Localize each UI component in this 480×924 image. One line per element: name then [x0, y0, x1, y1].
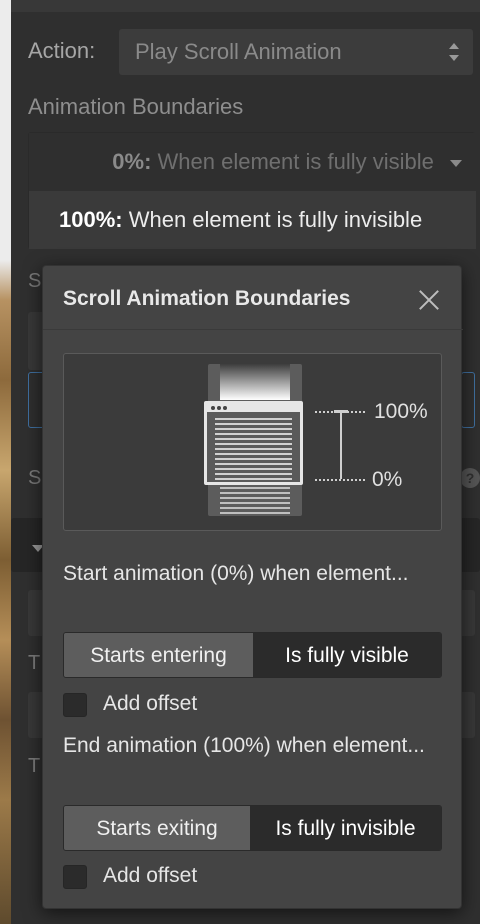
select-arrows-icon — [449, 41, 459, 63]
obscured-input-edge — [461, 372, 475, 428]
start-boundary-pct: 0%: — [112, 149, 152, 174]
start-offset-label[interactable]: Add offset — [103, 692, 197, 716]
start-option-fully-visible[interactable]: Is fully visible — [253, 633, 441, 677]
page-lines — [220, 482, 290, 517]
start-boundary-text: When element is fully visible — [157, 149, 434, 174]
close-icon[interactable] — [417, 287, 441, 311]
bottom-boundary-line — [315, 479, 365, 481]
panel-top-edge — [11, 0, 480, 12]
page-fade — [220, 364, 290, 400]
obscured-label-2: S — [28, 467, 42, 489]
obscured-label-4: T — [28, 755, 41, 777]
label-0pct: 0% — [372, 468, 403, 491]
start-segmented-control: Starts entering Is fully visible — [63, 632, 442, 678]
animation-boundaries-title: Animation Boundaries — [28, 94, 244, 119]
action-select-value: Play Scroll Animation — [135, 39, 342, 64]
obscured-label-3: T — [28, 652, 41, 674]
start-option-starts-entering[interactable]: Starts entering — [64, 633, 253, 677]
background-image-strip — [0, 0, 11, 924]
help-icon[interactable]: ? — [460, 468, 480, 488]
browser-window-icon — [204, 401, 303, 485]
end-boundary-text: When element is fully invisible — [128, 207, 423, 232]
end-segmented-control: Starts exiting Is fully invisible — [63, 805, 442, 851]
browser-dot — [223, 406, 227, 410]
boundary-range-line — [340, 411, 342, 479]
end-offset-checkbox[interactable] — [63, 865, 87, 889]
start-boundary-row[interactable]: 0%: When element is fully visible — [29, 133, 476, 191]
chevron-down-icon — [450, 159, 462, 167]
start-question: Start animation (0%) when element... — [63, 562, 409, 585]
obscured-label-1: S — [28, 270, 42, 292]
end-question: End animation (100%) when element... — [63, 734, 425, 757]
end-option-fully-invisible[interactable]: Is fully invisible — [250, 806, 441, 850]
browser-content-lines — [215, 418, 292, 483]
dialog-title: Scroll Animation Boundaries — [63, 287, 351, 310]
dialog-header: Scroll Animation Boundaries — [43, 266, 463, 330]
boundaries-diagram: 100% 0% — [63, 353, 442, 531]
end-option-starts-exiting[interactable]: Starts exiting — [64, 806, 251, 850]
label-100pct: 100% — [374, 400, 428, 423]
action-label: Action: — [28, 38, 96, 63]
start-offset-checkbox[interactable] — [63, 693, 87, 717]
end-boundary-row[interactable]: 100%: When element is fully invisible — [29, 191, 476, 249]
action-select[interactable]: Play Scroll Animation — [119, 29, 473, 75]
browser-dot — [217, 406, 221, 410]
end-boundary-pct: 100%: — [59, 207, 123, 232]
browser-dot — [211, 406, 215, 410]
end-offset-label[interactable]: Add offset — [103, 864, 197, 888]
scroll-animation-boundaries-dialog: Scroll Animation Boundaries 100% 0% Star… — [42, 265, 463, 909]
boundaries-card[interactable]: 0%: When element is fully visible 100%: … — [28, 132, 476, 249]
